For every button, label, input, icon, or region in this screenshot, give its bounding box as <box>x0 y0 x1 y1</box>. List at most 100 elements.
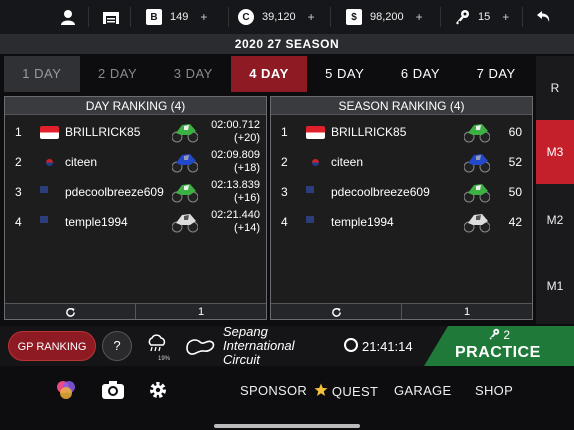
key-counter: 15 + <box>454 0 509 34</box>
divider <box>330 7 331 27</box>
motorcycle-white-icon <box>172 214 198 233</box>
points-gain: (+16) <box>234 192 260 204</box>
help-button[interactable]: ? <box>102 331 132 361</box>
garage-button[interactable]: GARAGE <box>394 383 451 398</box>
divider <box>440 7 441 27</box>
refresh-icon <box>331 307 341 317</box>
tab-day-6[interactable]: 6 DAY <box>383 56 459 92</box>
season-ranking-title: SEASON RANKING (4) <box>271 97 532 115</box>
practice-key-cost: 2 <box>488 328 510 342</box>
tab-day-7[interactable]: 7 DAY <box>458 56 534 92</box>
player-name: temple1994 <box>331 215 394 229</box>
quest-label: QUEST <box>331 384 379 399</box>
player-name: BRILLRICK85 <box>331 125 407 139</box>
motorcycle-green-icon <box>464 124 490 143</box>
practice-key-count: 2 <box>503 328 511 342</box>
table-row[interactable]: 1 BRILLRICK85 02:00.712 (+20) <box>5 117 266 147</box>
garage-shortcut-button[interactable] <box>102 0 120 34</box>
rank-number: 2 <box>281 155 288 169</box>
season-points: 60 <box>508 125 522 139</box>
motorcycle-green-icon <box>172 184 198 203</box>
b-coin-value: 149 <box>170 11 189 23</box>
lap-time-value: 02:09.809 <box>211 149 260 161</box>
key-value: 15 <box>478 11 491 23</box>
player-name: BRILLRICK85 <box>65 125 141 139</box>
league-tabs: R M3 M2 M1 <box>536 56 574 324</box>
points-gain: (+20) <box>234 132 260 144</box>
key-icon <box>456 10 469 25</box>
colorful-app-icon[interactable] <box>56 380 76 400</box>
day-ranking-title: DAY RANKING (4) <box>5 97 266 115</box>
lap-time: 02:13.839 (+16) <box>211 179 260 205</box>
back-button[interactable] <box>536 0 552 34</box>
lap-time-value: 02:00.712 <box>211 119 260 131</box>
season-ranking-footer: 1 <box>271 303 532 319</box>
season-points: 52 <box>508 155 522 169</box>
table-row[interactable]: 1 BRILLRICK85 60 <box>271 117 532 147</box>
divider <box>522 7 523 27</box>
motorcycle-green-icon <box>464 184 490 203</box>
tab-day-3[interactable]: 3 DAY <box>155 56 231 92</box>
player-name: temple1994 <box>65 215 128 229</box>
rank-number: 4 <box>15 215 22 229</box>
tab-league-r[interactable]: R <box>536 56 574 120</box>
day-tabs: 1 DAY 2 DAY 3 DAY 4 DAY 5 DAY 6 DAY 7 DA… <box>4 56 534 92</box>
refresh-button[interactable] <box>5 304 135 319</box>
table-row[interactable]: 3 pdecoolbreeze609 50 <box>271 177 532 207</box>
practice-label: PRACTICE <box>455 344 541 361</box>
page-number[interactable]: 1 <box>401 304 532 319</box>
divider <box>228 7 229 27</box>
coin-b-icon: B <box>146 9 162 25</box>
c-coin-counter: C 39,120 + <box>238 0 315 34</box>
lap-time-value: 02:21.440 <box>211 209 260 221</box>
season-title: 2020 27 SEASON <box>0 34 574 54</box>
tab-league-m2[interactable]: M2 <box>536 188 574 252</box>
add-b-coin-button[interactable]: + <box>200 10 207 24</box>
add-cash-button[interactable]: + <box>416 10 423 24</box>
gear-icon[interactable] <box>148 380 168 400</box>
table-row[interactable]: 3 pdecoolbreeze609 02:13.839 (+16) <box>5 177 266 207</box>
page-number[interactable]: 1 <box>135 304 266 319</box>
player-name: pdecoolbreeze609 <box>65 185 164 199</box>
quest-button[interactable]: QUEST <box>314 383 378 399</box>
add-key-button[interactable]: + <box>502 10 509 24</box>
table-row[interactable]: 2 citeen 52 <box>271 147 532 177</box>
user-icon <box>61 10 75 25</box>
points-gain: (+14) <box>234 222 260 234</box>
table-row[interactable]: 4 temple1994 42 <box>271 207 532 237</box>
lap-time: 02:21.440 (+14) <box>211 209 260 235</box>
garage-icon <box>103 12 119 24</box>
clock-icon <box>344 338 358 352</box>
player-name: pdecoolbreeze609 <box>331 185 430 199</box>
camera-icon[interactable] <box>101 380 125 400</box>
divider <box>130 7 131 27</box>
season-points: 42 <box>508 215 522 229</box>
divider <box>88 7 89 27</box>
circuit-map-icon <box>186 339 215 355</box>
tab-day-4[interactable]: 4 DAY <box>231 56 307 92</box>
player-name: citeen <box>65 155 98 169</box>
tab-day-2[interactable]: 2 DAY <box>80 56 156 92</box>
gp-ranking-button[interactable]: GP RANKING <box>8 331 96 361</box>
table-row[interactable]: 2 citeen 02:09.809 (+18) <box>5 147 266 177</box>
shop-button[interactable]: SHOP <box>475 383 513 398</box>
points-gain: (+18) <box>234 162 260 174</box>
tab-day-5[interactable]: 5 DAY <box>307 56 383 92</box>
sponsor-button[interactable]: SPONSOR <box>240 383 307 398</box>
rank-number: 1 <box>15 125 22 139</box>
top-resource-bar: B 149 + C 39,120 + $ 98,200 + 15 + <box>0 0 574 34</box>
add-c-coin-button[interactable]: + <box>308 10 315 24</box>
day-ranking-panel: DAY RANKING (4) 1 BRILLRICK85 02:00.712(… <box>4 96 267 320</box>
table-row[interactable]: 4 temple1994 02:21.440 (+14) <box>5 207 266 237</box>
tab-league-m1[interactable]: M1 <box>536 254 574 318</box>
lap-time-value: 02:13.839 <box>211 179 260 191</box>
key-icon <box>489 328 500 340</box>
tab-league-m3[interactable]: M3 <box>536 120 574 184</box>
b-coin-counter: B 149 + <box>146 0 207 34</box>
dollar-icon: $ <box>346 9 362 25</box>
refresh-button[interactable] <box>271 304 401 319</box>
day-ranking-footer: 1 <box>5 303 266 319</box>
tab-day-1[interactable]: 1 DAY <box>4 56 80 92</box>
profile-button[interactable] <box>60 0 76 34</box>
player-name: citeen <box>331 155 364 169</box>
